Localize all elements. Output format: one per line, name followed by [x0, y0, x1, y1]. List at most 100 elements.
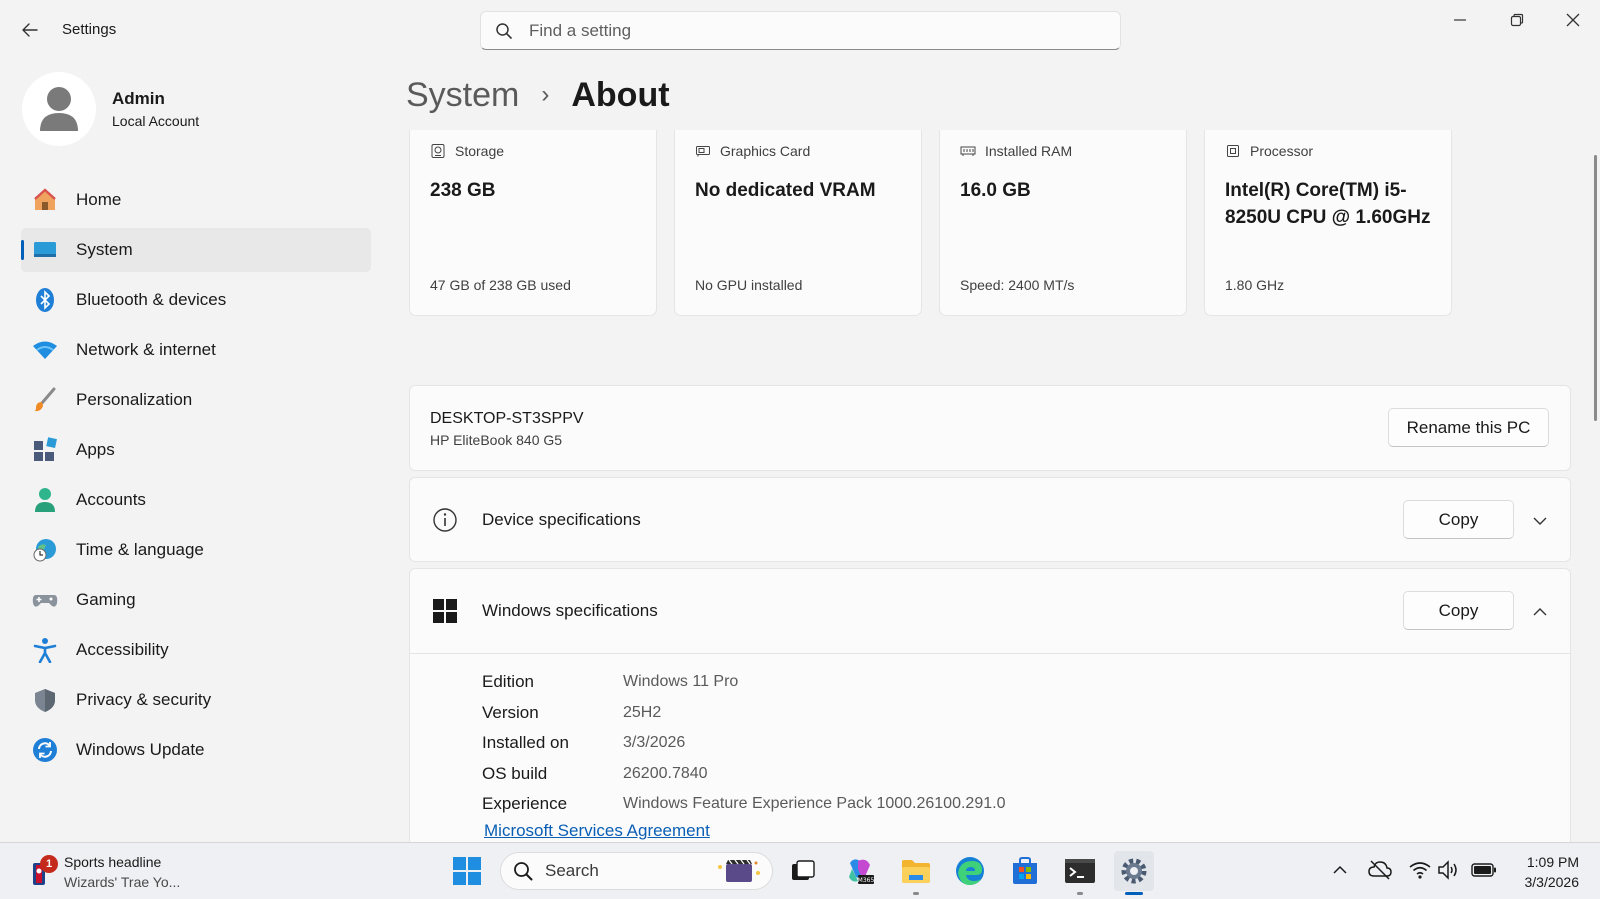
sidebar-item-accessibility[interactable]: Accessibility: [21, 628, 371, 672]
file-explorer-button[interactable]: [896, 851, 936, 891]
spec-key: Experience: [482, 794, 568, 814]
news-widget[interactable]: 1 Sports headline Wizards' Trae Yo...: [30, 851, 180, 893]
spec-value: 26200.7840: [623, 764, 708, 782]
page-title: About: [571, 75, 670, 114]
close-button[interactable]: [1545, 0, 1600, 40]
spec-row: OS build 26200.7840: [482, 759, 1005, 790]
battery-button[interactable]: [1471, 857, 1497, 883]
device-specifications-panel[interactable]: Device specifications Copy: [409, 477, 1571, 562]
volume-icon: [1438, 860, 1457, 880]
sidebar-item-privacy-security[interactable]: Privacy & security: [21, 678, 371, 722]
taskbar-clock[interactable]: 1:09 PM 3/3/2026: [1499, 852, 1580, 892]
task-view-icon: [792, 860, 815, 880]
minimize-button[interactable]: [1432, 0, 1488, 40]
settings-search-box[interactable]: Find a setting: [480, 11, 1121, 50]
spec-card-value: 238 GB: [430, 180, 496, 201]
chevron-up-icon[interactable]: [1530, 602, 1550, 622]
spec-card-label: Storage: [455, 143, 505, 159]
microsoft-services-agreement-link[interactable]: Microsoft Services Agreement: [484, 821, 710, 841]
widget-subtitle: Wizards' Trae Yo...: [64, 874, 181, 890]
spec-card-storage: Storage 238 GB 47 GB of 238 GB used: [409, 130, 657, 316]
battery-icon: [1471, 863, 1496, 877]
start-button[interactable]: [447, 851, 487, 891]
update-icon: [31, 736, 59, 764]
sidebar-item-network[interactable]: Network & internet: [21, 328, 371, 372]
sidebar-item-bluetooth[interactable]: Bluetooth & devices: [21, 278, 371, 322]
spec-card-label: Graphics Card: [720, 143, 811, 159]
wifi-status-button[interactable]: [1407, 857, 1433, 883]
sidebar-item-personalization[interactable]: Personalization: [21, 378, 371, 422]
sidebar-item-label: Accounts: [76, 490, 146, 509]
wifi-icon: [31, 336, 59, 364]
title-bar: Settings Find a setting: [0, 0, 1600, 60]
widget-title: Sports headline: [64, 854, 162, 870]
wifi-icon: [1409, 862, 1431, 879]
scrollbar[interactable]: [1594, 155, 1597, 421]
processor-icon: [1227, 145, 1239, 157]
sidebar-item-label: Gaming: [76, 590, 136, 609]
terminal-button[interactable]: [1060, 851, 1100, 891]
copy-windows-specs-button[interactable]: Copy: [1403, 591, 1514, 630]
chevron-down-icon[interactable]: [1530, 511, 1550, 531]
back-button[interactable]: [14, 14, 46, 46]
spec-card-value: No dedicated VRAM: [695, 180, 876, 201]
microsoft-store-icon: [1013, 857, 1037, 884]
running-indicator: [913, 892, 919, 895]
taskbar: 1 Sports headline Wizards' Trae Yo... Se…: [0, 842, 1600, 899]
rename-pc-button[interactable]: Rename this PC: [1388, 408, 1549, 447]
sidebar-item-system[interactable]: System: [21, 228, 371, 272]
sidebar-item-label: Network & internet: [76, 340, 216, 359]
spec-card-ram: Installed RAM 16.0 GB Speed: 2400 MT/s: [939, 130, 1187, 316]
time-language-icon: [31, 536, 59, 564]
app-title: Settings: [62, 21, 117, 38]
copy-device-specs-button[interactable]: Copy: [1403, 500, 1514, 539]
svg-text:M365: M365: [858, 877, 875, 884]
gamepad-icon: [31, 586, 59, 614]
windows-specifications-title: Windows specifications: [482, 601, 658, 620]
sidebar-item-label: Personalization: [76, 390, 193, 409]
spec-row: Experience Windows Feature Experience Pa…: [482, 789, 1005, 820]
spec-card-label: Processor: [1250, 143, 1314, 159]
spec-value: 25H2: [623, 703, 662, 721]
pc-name: DESKTOP-ST3SPPV: [430, 410, 584, 427]
m365-copilot-button[interactable]: M365: [840, 851, 880, 891]
system-icon: [31, 236, 59, 264]
close-icon: [1566, 13, 1580, 27]
edge-button[interactable]: [950, 851, 990, 891]
spec-key: Installed on: [482, 733, 569, 753]
windows-specifications-panel: Windows specifications Copy Edition Wind…: [409, 568, 1571, 858]
microsoft-store-button[interactable]: [1005, 851, 1045, 891]
breadcrumb-parent[interactable]: System: [406, 76, 519, 115]
onedrive-offline-button[interactable]: [1367, 857, 1393, 883]
spec-card-processor: Processor Intel(R) Core(TM) i5-8250U CPU…: [1204, 130, 1452, 316]
settings-taskbar-button[interactable]: [1114, 851, 1154, 891]
show-hidden-icons-button[interactable]: [1327, 857, 1353, 883]
sidebar-item-gaming[interactable]: Gaming: [21, 578, 371, 622]
profile-name: Admin: [112, 89, 165, 108]
notification-badge: 1: [40, 855, 58, 873]
sidebar-item-apps[interactable]: Apps: [21, 428, 371, 472]
bluetooth-icon: [31, 286, 59, 314]
clock-time: 1:09 PM: [1526, 854, 1579, 870]
search-highlight-icon: [718, 859, 760, 882]
sidebar-item-home[interactable]: Home: [21, 178, 371, 222]
sidebar-item-label: Time & language: [76, 540, 204, 559]
graphics-card-icon: [696, 146, 710, 157]
task-view-button[interactable]: [783, 851, 823, 891]
sidebar-item-time-language[interactable]: Time & language: [21, 528, 371, 572]
spec-value: Windows 11 Pro: [623, 673, 739, 691]
volume-button[interactable]: [1436, 857, 1462, 883]
user-profile[interactable]: Admin Local Account: [22, 72, 362, 148]
accounts-icon: [31, 486, 59, 514]
avatar: [22, 72, 96, 146]
sidebar-item-windows-update[interactable]: Windows Update: [21, 728, 371, 772]
windows-specifications-header[interactable]: Windows specifications Copy: [410, 569, 1570, 654]
sidebar-item-label: Accessibility: [76, 640, 169, 659]
spec-key: OS build: [482, 763, 548, 783]
restore-button[interactable]: [1489, 0, 1545, 40]
search-input[interactable]: Find a setting: [529, 21, 631, 41]
spec-key: Version: [482, 702, 539, 722]
taskbar-search[interactable]: Search: [500, 852, 773, 890]
sidebar-item-accounts[interactable]: Accounts: [21, 478, 371, 522]
running-indicator: [1077, 892, 1083, 895]
